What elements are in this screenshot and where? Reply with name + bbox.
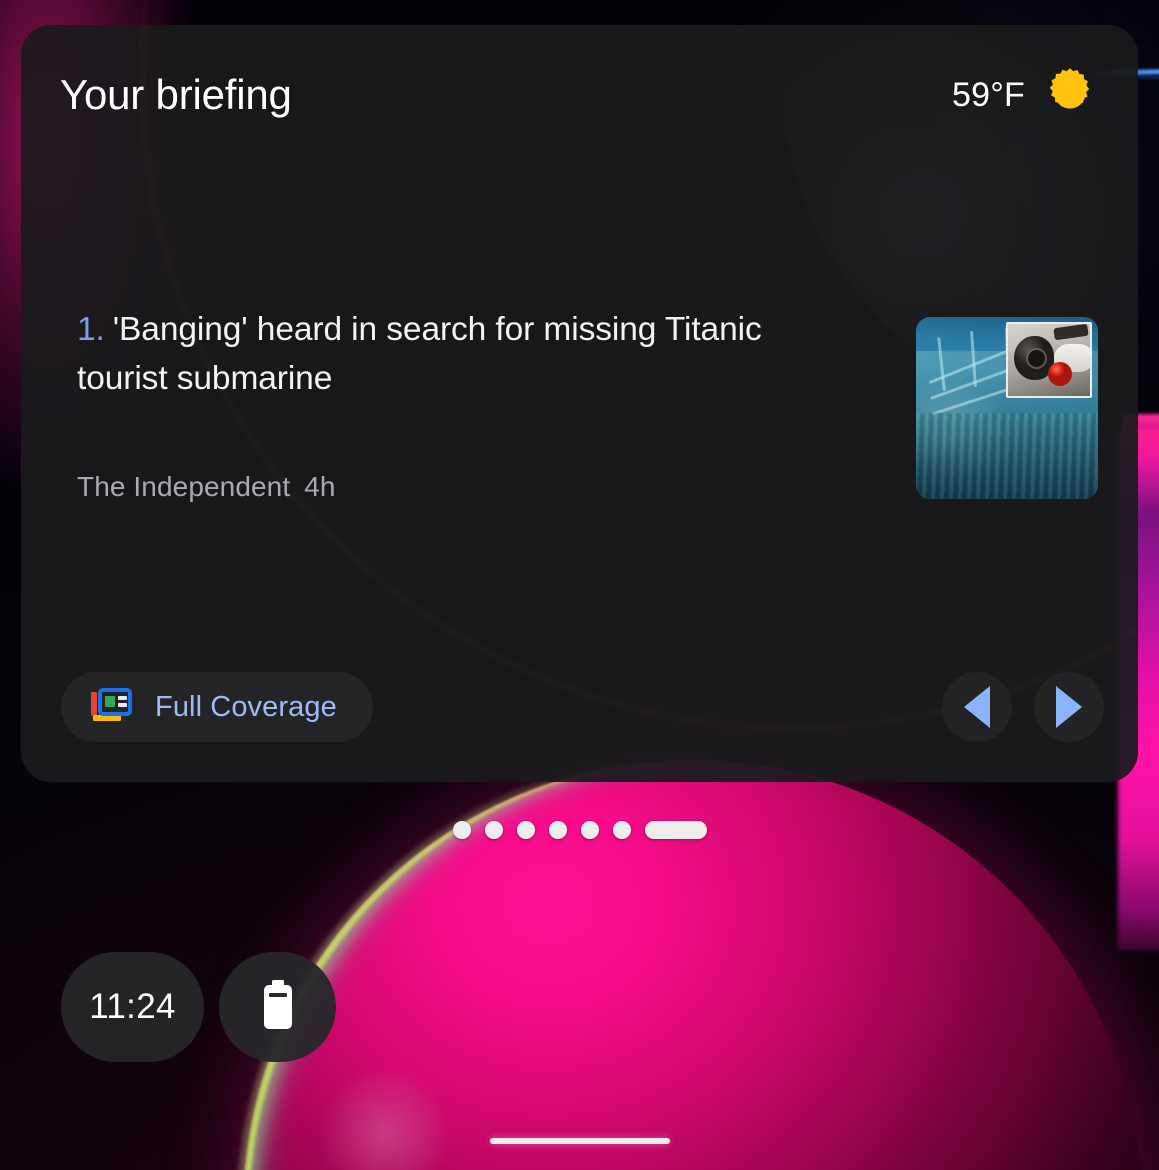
page-dot-1[interactable] — [452, 821, 471, 839]
weather-temperature: 59°F — [952, 75, 1025, 114]
google-news-icon — [89, 687, 133, 728]
story-source-line: The Independent 4h — [77, 471, 837, 503]
story-rank: 1. — [77, 311, 105, 348]
clock-widget[interactable]: 11:24 — [61, 952, 204, 1062]
story-headline: 1. 'Banging' heard in search for missing … — [77, 305, 837, 403]
story-source-name: The Independent — [77, 471, 291, 502]
story-item[interactable]: 1. 'Banging' heard in search for missing … — [21, 305, 1138, 503]
previous-story-button[interactable] — [942, 672, 1012, 742]
chevron-right-icon — [1056, 686, 1082, 728]
weather-summary[interactable]: 59°F — [952, 65, 1098, 126]
clock-time: 11:24 — [89, 987, 176, 1026]
sun-icon — [1042, 65, 1098, 126]
inset-viewport — [1028, 350, 1045, 367]
page-dot-2[interactable] — [484, 821, 503, 839]
thumbnail-inset-photo — [1006, 322, 1092, 398]
full-coverage-label: Full Coverage — [155, 690, 337, 723]
story-text-block: 1. 'Banging' heard in search for missing … — [77, 305, 837, 503]
story-timestamp: 4h — [304, 471, 336, 502]
battery-widget[interactable] — [219, 952, 336, 1062]
briefing-footer: Full Coverage — [21, 632, 1138, 782]
battery-icon — [261, 979, 295, 1036]
home-screen: Your briefing 59°F 1. 'Banging' heard in … — [0, 0, 1159, 1170]
next-story-button[interactable] — [1034, 672, 1104, 742]
page-dot-5[interactable] — [580, 821, 599, 839]
chevron-left-icon — [964, 686, 990, 728]
briefing-header: Your briefing 59°F — [21, 25, 1138, 165]
story-headline-text: 'Banging' heard in search for missing Ti… — [77, 311, 762, 397]
home-gesture-bar[interactable] — [489, 1138, 670, 1144]
page-indicator[interactable] — [0, 821, 1159, 839]
page-dot-7-active[interactable] — [644, 821, 707, 839]
briefing-widget[interactable]: Your briefing 59°F 1. 'Banging' heard in … — [21, 25, 1138, 782]
page-dot-4[interactable] — [548, 821, 567, 839]
full-coverage-button[interactable]: Full Coverage — [61, 672, 373, 742]
story-thumbnail[interactable] — [916, 317, 1098, 499]
page-title: Your briefing — [60, 71, 292, 118]
page-dot-6[interactable] — [612, 821, 631, 839]
inset-red-buoy — [1048, 362, 1072, 386]
thumbnail-hull-texture — [916, 413, 1098, 499]
story-navigation — [942, 672, 1104, 742]
page-dot-3[interactable] — [516, 821, 535, 839]
